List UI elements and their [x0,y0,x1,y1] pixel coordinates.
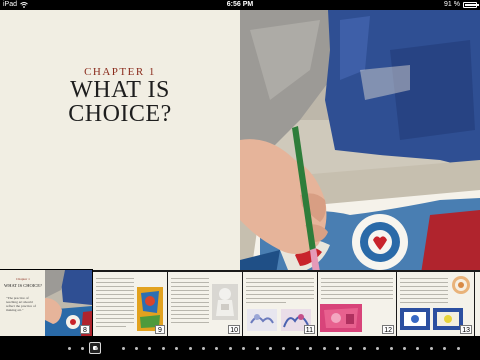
thumb-artwork-image [433,308,463,330]
status-bar: iPad 6:56 PM 91 % [0,0,480,10]
thumb-chapter-title: WHAT IS CHOICE? [4,283,42,288]
thumb-page-number: 11 [303,325,315,334]
page-dot[interactable] [389,347,393,350]
chapter-title: WHAT IS CHOICE? [68,77,172,127]
thumbnail-page[interactable]: 12 [318,272,396,336]
thumb-page-number: 10 [228,325,240,334]
thumb-page-number: 8 [80,325,90,334]
page-dot[interactable] [322,347,326,350]
battery-icon [463,2,479,8]
page-dot[interactable] [376,347,380,350]
thumb-quote: "The practice of teaching art should ref… [6,296,36,312]
page-dot[interactable] [242,347,246,350]
thumbnail-page-partial[interactable] [475,272,480,336]
thumbnail-page[interactable]: 13 [397,272,474,336]
page-dot[interactable] [282,347,286,350]
page-scrubber[interactable]: Chapter 1 WHAT IS CHOICE? "The practice … [0,270,480,336]
page-dot[interactable] [403,347,406,350]
thumb-plate-image [452,276,470,294]
page-dot[interactable] [269,347,272,350]
page-dot[interactable] [443,347,447,350]
page-dot[interactable] [336,347,339,350]
thumb-page-number: 13 [460,325,472,334]
page-dot[interactable] [456,347,460,350]
battery-level [465,4,476,6]
chapter-opener-page[interactable]: CHAPTER 1 WHAT IS CHOICE? [0,10,240,280]
page-dot[interactable] [362,347,366,350]
thumb-page-number: 12 [382,325,394,334]
page-dot[interactable] [148,347,152,350]
clock: 6:56 PM [226,1,254,8]
child-painting-photo [240,10,480,280]
page-dot[interactable] [188,347,192,350]
page-dot[interactable] [215,347,219,350]
page-dot[interactable] [349,347,353,350]
page-dot[interactable] [255,347,259,350]
thumb-chapter-label: Chapter 1 [16,277,30,281]
battery-percentage: 91 % [444,1,460,8]
chapter-photo [240,10,480,280]
thumb-page-number: 9 [155,325,165,334]
page-dot[interactable] [175,347,179,350]
thumbnail-page[interactable]: 11 [243,272,317,336]
thumb-artwork-image [320,304,362,332]
page-dot[interactable] [135,347,138,350]
page-dot[interactable] [228,347,232,350]
page-dot[interactable] [429,347,433,350]
thumbnail-page[interactable]: 10 [168,272,242,336]
page-dot[interactable] [202,347,205,350]
page-dot[interactable] [81,347,85,350]
page-dot[interactable] [309,347,313,350]
page-dot[interactable] [416,347,420,350]
thumb-artwork-image [247,309,277,331]
thumb-sculpture-image [212,284,238,320]
page-dot[interactable] [295,347,299,350]
thumbnail-current-page[interactable]: Chapter 1 WHAT IS CHOICE? "The practice … [0,270,92,336]
page-dot[interactable] [161,347,165,350]
thumb-artwork-image [400,308,430,330]
thumbnail-page[interactable]: 9 [93,272,167,336]
page-dot[interactable] [121,347,125,350]
page-dot[interactable] [94,347,98,350]
page-dot[interactable] [68,347,71,350]
page-navigation-dots[interactable] [0,336,480,360]
